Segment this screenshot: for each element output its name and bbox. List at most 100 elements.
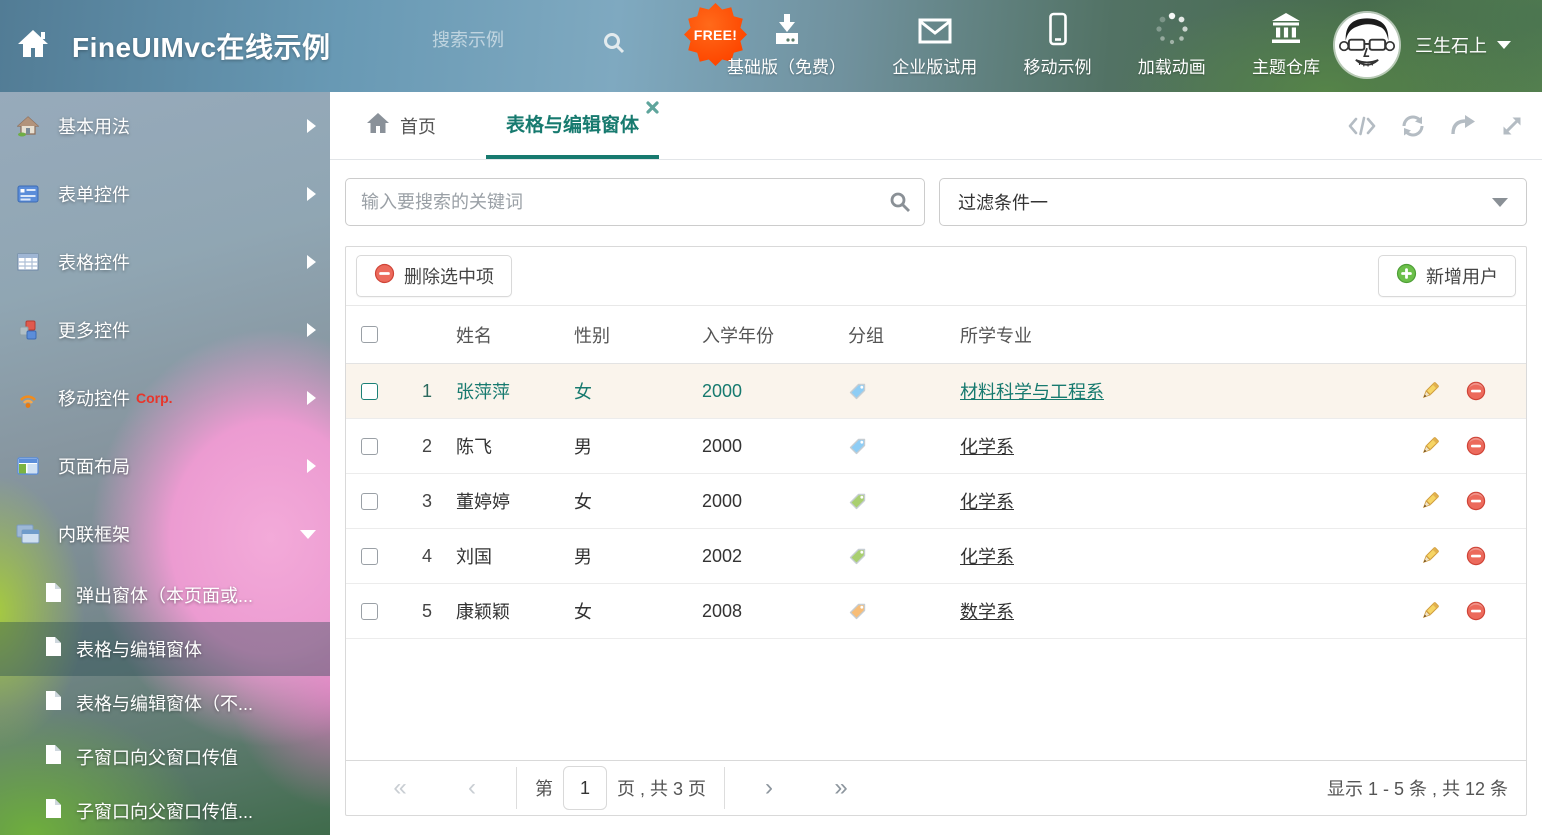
file-icon xyxy=(44,744,62,770)
prev-page-icon[interactable]: ‹ xyxy=(436,776,508,800)
grid-body: 1张萍萍女2000材料科学与工程系2陈飞男2000化学系3董婷婷女2000化学系… xyxy=(346,364,1526,639)
add-user-button[interactable]: 新增用户 xyxy=(1378,255,1516,297)
nav-enterprise-trial[interactable]: 企业版试用 xyxy=(892,10,977,78)
source-code-icon[interactable] xyxy=(1348,114,1376,138)
sidebar-item-more-controls[interactable]: 更多控件 xyxy=(0,296,330,364)
column-header-group[interactable]: 分组 xyxy=(848,322,960,348)
nav-theme-repo[interactable]: 主题仓库 xyxy=(1252,10,1320,78)
row-checkbox[interactable] xyxy=(361,383,378,400)
cell-year: 2000 xyxy=(702,436,848,457)
subitem-grid-edit-window-2[interactable]: 表格与编辑窗体（不... xyxy=(0,676,330,730)
major-link[interactable]: 数学系 xyxy=(960,598,1014,624)
delete-row-icon[interactable] xyxy=(1466,546,1486,566)
sidebar-item-form-controls[interactable]: 表单控件 xyxy=(0,160,330,228)
subitem-child-to-parent[interactable]: 子窗口向父窗口传值 xyxy=(0,730,330,784)
row-checkbox[interactable] xyxy=(361,548,378,565)
tag-icon xyxy=(848,602,867,621)
row-checkbox[interactable] xyxy=(361,493,378,510)
sidebar-item-basic-usage[interactable]: 基本用法 xyxy=(0,92,330,160)
chevron-down-icon xyxy=(1492,198,1508,207)
cubes-icon xyxy=(16,319,40,341)
edit-icon[interactable] xyxy=(1420,601,1440,621)
edit-icon[interactable] xyxy=(1420,546,1440,566)
frames-icon xyxy=(16,524,40,544)
next-page-icon[interactable]: › xyxy=(733,776,805,800)
column-header-major[interactable]: 所学专业 xyxy=(960,322,1404,348)
edit-icon[interactable] xyxy=(1420,381,1440,401)
divider xyxy=(516,767,517,809)
open-new-window-icon[interactable] xyxy=(1450,114,1476,138)
nav-loading-animation[interactable]: 加载动画 xyxy=(1138,10,1206,78)
table-row[interactable]: 4刘国男2002化学系 xyxy=(346,529,1526,584)
row-checkbox[interactable] xyxy=(361,438,378,455)
table-row[interactable]: 1张萍萍女2000材料科学与工程系 xyxy=(346,364,1526,419)
edit-icon[interactable] xyxy=(1420,436,1440,456)
close-icon[interactable] xyxy=(646,101,659,114)
keyword-search-input[interactable] xyxy=(345,178,925,226)
delete-selected-button[interactable]: 删除选中项 xyxy=(356,255,512,297)
user-name: 三生石上 xyxy=(1415,32,1487,58)
cell-year: 2002 xyxy=(702,546,848,567)
search-icon[interactable] xyxy=(889,191,911,213)
last-page-icon[interactable]: » xyxy=(805,776,877,800)
user-menu[interactable]: 三生石上 xyxy=(1335,13,1511,77)
sidebar-item-iframe[interactable]: 内联框架 xyxy=(0,500,330,568)
column-header-gender[interactable]: 性别 xyxy=(574,322,702,348)
table-row[interactable]: 3董婷婷女2000化学系 xyxy=(346,474,1526,529)
delete-row-icon[interactable] xyxy=(1466,436,1486,456)
tab-home[interactable]: 首页 xyxy=(360,92,442,159)
search-icon[interactable] xyxy=(602,31,626,60)
signal-icon xyxy=(16,387,40,409)
file-icon xyxy=(44,690,62,716)
chevron-right-icon xyxy=(307,391,316,405)
tab-bar: 首页 表格与编辑窗体 xyxy=(330,92,1542,160)
delete-row-icon[interactable] xyxy=(1466,601,1486,621)
major-link[interactable]: 材料科学与工程系 xyxy=(960,378,1104,404)
plus-circle-icon xyxy=(1396,263,1417,289)
sidebar-item-mobile-controls[interactable]: 移动控件 Corp. xyxy=(0,364,330,432)
select-all-checkbox[interactable] xyxy=(361,326,378,343)
sidebar-item-page-layout[interactable]: 页面布局 xyxy=(0,432,330,500)
app-header: FineUIMvc在线示例 FREE! 基础版（免费） 企业版试用 移动示例 xyxy=(0,0,1542,92)
major-link[interactable]: 化学系 xyxy=(960,433,1014,459)
subitem-child-to-parent-2[interactable]: 子窗口向父窗口传值... xyxy=(0,784,330,838)
corp-badge: Corp. xyxy=(136,390,173,406)
page-number-input[interactable] xyxy=(563,766,607,810)
delete-row-icon[interactable] xyxy=(1466,491,1486,511)
tab-grid-edit-window[interactable]: 表格与编辑窗体 xyxy=(486,92,659,159)
refresh-icon[interactable] xyxy=(1400,114,1426,138)
edit-icon[interactable] xyxy=(1420,491,1440,511)
column-header-name[interactable]: 姓名 xyxy=(456,322,574,348)
chevron-down-icon xyxy=(300,530,316,539)
grid-header: 姓名 性别 入学年份 分组 所学专业 xyxy=(346,306,1526,364)
chevron-down-icon xyxy=(1497,41,1511,49)
major-link[interactable]: 化学系 xyxy=(960,488,1014,514)
subitem-grid-edit-window[interactable]: 表格与编辑窗体 xyxy=(0,622,330,676)
nav-basic-free[interactable]: 基础版（免费） xyxy=(727,10,846,78)
file-icon xyxy=(44,636,62,662)
avatar xyxy=(1335,13,1399,77)
cell-name: 张萍萍 xyxy=(456,378,574,404)
table-row[interactable]: 5康颖颖女2008数学系 xyxy=(346,584,1526,639)
header-search-input[interactable] xyxy=(432,30,602,51)
filter-row: 过滤条件一 xyxy=(330,160,1542,226)
major-link[interactable]: 化学系 xyxy=(960,543,1014,569)
bank-icon xyxy=(1269,10,1303,46)
first-page-icon[interactable]: « xyxy=(364,776,436,800)
home-icon[interactable] xyxy=(16,28,50,65)
column-header-year[interactable]: 入学年份 xyxy=(702,322,848,348)
nav-mobile-examples[interactable]: 移动示例 xyxy=(1024,10,1092,78)
cell-gender: 女 xyxy=(574,598,702,624)
fullscreen-icon[interactable] xyxy=(1500,114,1524,138)
mobile-icon xyxy=(1048,10,1068,46)
cell-year: 2000 xyxy=(702,491,848,512)
tag-icon xyxy=(848,492,867,511)
filter-dropdown[interactable]: 过滤条件一 xyxy=(939,178,1527,226)
delete-row-icon[interactable] xyxy=(1466,381,1486,401)
table-row[interactable]: 2陈飞男2000化学系 xyxy=(346,419,1526,474)
row-number: 1 xyxy=(394,381,456,402)
row-checkbox[interactable] xyxy=(361,603,378,620)
subitem-popup-window[interactable]: 弹出窗体（本页面或... xyxy=(0,568,330,622)
sidebar-item-grid-controls[interactable]: 表格控件 xyxy=(0,228,330,296)
chevron-right-icon xyxy=(307,255,316,269)
